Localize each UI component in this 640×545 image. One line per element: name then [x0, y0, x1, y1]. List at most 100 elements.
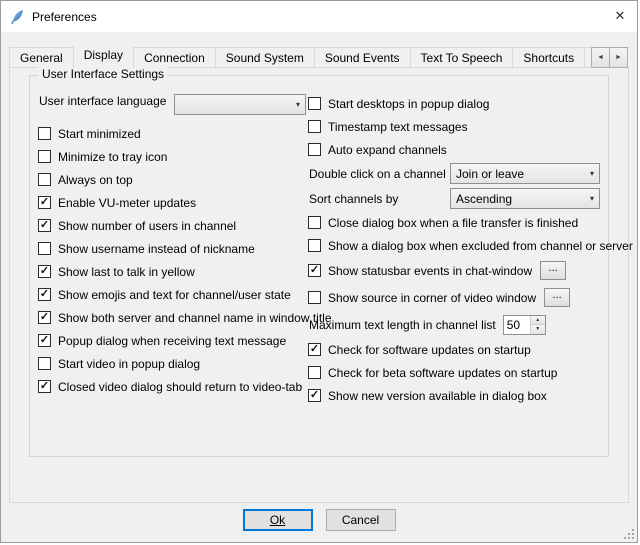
checkbox-row[interactable]: Show new version available in dialog box [308, 384, 602, 407]
checkbox[interactable] [38, 127, 51, 140]
ok-button-label: Ok [270, 513, 285, 527]
checkbox[interactable] [308, 264, 321, 277]
sort-channels-select[interactable]: Ascending ▾ [450, 188, 600, 209]
cancel-button[interactable]: Cancel [326, 509, 396, 531]
statusbar-events-row[interactable]: Show statusbar events in chat-window ... [308, 257, 602, 284]
checkbox[interactable] [308, 239, 321, 252]
language-select[interactable]: ▾ [174, 94, 306, 115]
checkbox-label: Show last to talk in yellow [58, 265, 195, 279]
tab[interactable]: General [9, 47, 74, 68]
checkbox[interactable] [308, 120, 321, 133]
checkbox-label: Show both server and channel name in win… [58, 311, 332, 325]
group-title: User Interface Settings [38, 67, 168, 81]
checkbox[interactable] [38, 288, 51, 301]
sort-channels-label: Sort channels by [309, 192, 398, 206]
left-column: User interface language ▾ Start minimize… [38, 92, 308, 407]
max-text-length-value: 50 [504, 316, 530, 334]
checkbox-label: Closed video dialog should return to vid… [58, 380, 302, 394]
checkbox-label: Enable VU-meter updates [58, 196, 196, 210]
checkbox[interactable] [38, 219, 51, 232]
max-text-length-stepper[interactable]: 50 ▲ ▼ [503, 315, 546, 335]
checkbox[interactable] [308, 143, 321, 156]
checkbox-row[interactable]: Check for beta software updates on start… [308, 361, 602, 384]
spin-down-icon[interactable]: ▼ [531, 324, 545, 334]
checkbox[interactable] [38, 196, 51, 209]
checkbox-row[interactable]: Start video in popup dialog [38, 352, 308, 375]
checkbox-label: Timestamp text messages [328, 120, 468, 134]
checkbox[interactable] [38, 380, 51, 393]
checkbox-row[interactable]: Close dialog box when a file transfer is… [308, 211, 602, 234]
checkbox[interactable] [308, 291, 321, 304]
spin-up-icon[interactable]: ▲ [531, 316, 545, 325]
video-source-more-button[interactable]: ... [544, 288, 570, 307]
checkbox-row[interactable]: Show both server and channel name in win… [38, 306, 308, 329]
checkbox-row[interactable]: Enable VU-meter updates [38, 191, 308, 214]
settings-columns: User interface language ▾ Start minimize… [30, 76, 608, 407]
checkbox-row[interactable]: Show last to talk in yellow [38, 260, 308, 283]
checkbox-label: Start desktops in popup dialog [328, 97, 489, 111]
checkbox-row[interactable]: Show a dialog box when excluded from cha… [308, 234, 602, 257]
checkbox-row[interactable]: Auto expand channels [308, 138, 602, 161]
checkbox-label: Show source in corner of video window [328, 291, 536, 305]
checkbox[interactable] [308, 216, 321, 229]
display-tab-page: User Interface Settings User interface l… [9, 67, 629, 503]
preferences-window: Preferences ✕ General Display Connection… [0, 0, 638, 543]
checkbox-label: Check for software updates on startup [328, 343, 531, 357]
right-checkbox-list-bottom: Check for software updates on startup Ch… [308, 338, 602, 407]
tab-scroll-right-icon[interactable]: ► [609, 47, 628, 68]
language-label: User interface language [39, 94, 166, 108]
tab[interactable]: Shortcuts [512, 47, 585, 68]
checkbox-row[interactable]: Closed video dialog should return to vid… [38, 375, 308, 398]
checkbox[interactable] [38, 242, 51, 255]
checkbox-row[interactable]: Check for software updates on startup [308, 338, 602, 361]
double-click-row: Double click on a channel Join or leave … [308, 161, 602, 186]
tab[interactable]: Sound System [215, 47, 315, 68]
max-text-length-row: Maximum text length in channel list 50 ▲… [308, 311, 602, 338]
tab[interactable]: Display [73, 46, 134, 68]
checkbox-label: Show a dialog box when excluded from cha… [328, 239, 633, 253]
checkbox-label: Show username instead of nickname [58, 242, 255, 256]
checkbox[interactable] [38, 311, 51, 324]
checkbox-row[interactable]: Start minimized [38, 122, 308, 145]
checkbox-row[interactable]: Popup dialog when receiving text message [38, 329, 308, 352]
checkbox-row[interactable]: Show emojis and text for channel/user st… [38, 283, 308, 306]
checkbox[interactable] [38, 150, 51, 163]
ok-button[interactable]: Ok [243, 509, 313, 531]
chevron-down-icon: ▾ [584, 169, 594, 178]
checkbox[interactable] [308, 366, 321, 379]
dialog-footer: Ok Cancel [1, 509, 637, 531]
checkbox-label: Show emojis and text for channel/user st… [58, 288, 291, 302]
left-checkbox-list: Start minimized Minimize to tray icon Al… [38, 122, 308, 398]
max-text-length-label: Maximum text length in channel list [309, 318, 496, 332]
checkbox[interactable] [308, 343, 321, 356]
checkbox-row[interactable]: Always on top [38, 168, 308, 191]
tab[interactable]: Sound Events [314, 47, 411, 68]
chevron-down-icon: ▾ [290, 100, 300, 109]
tab-strip: General Display Connection Sound System … [9, 46, 629, 68]
language-row: User interface language ▾ [38, 92, 308, 122]
checkbox[interactable] [38, 334, 51, 347]
checkbox-row[interactable]: Timestamp text messages [308, 115, 602, 138]
checkbox-row[interactable]: Show username instead of nickname [38, 237, 308, 260]
video-source-row[interactable]: Show source in corner of video window ..… [308, 284, 602, 311]
checkbox[interactable] [38, 357, 51, 370]
checkbox[interactable] [308, 97, 321, 110]
checkbox[interactable] [308, 389, 321, 402]
statusbar-events-more-button[interactable]: ... [540, 261, 566, 280]
checkbox-label: Close dialog box when a file transfer is… [328, 216, 578, 230]
double-click-select[interactable]: Join or leave ▾ [450, 163, 600, 184]
tab[interactable]: Connection [133, 47, 216, 68]
tab-scroll-left-icon[interactable]: ◄ [591, 47, 610, 68]
checkbox-label: Show number of users in channel [58, 219, 236, 233]
checkbox[interactable] [38, 173, 51, 186]
close-icon[interactable]: ✕ [603, 1, 637, 30]
checkbox-label: Start minimized [58, 127, 141, 141]
checkbox-label: Always on top [58, 173, 133, 187]
checkbox-row[interactable]: Start desktops in popup dialog [308, 92, 602, 115]
tab[interactable]: Text To Speech [410, 47, 514, 68]
checkbox-label: Auto expand channels [328, 143, 447, 157]
checkbox-row[interactable]: Show number of users in channel [38, 214, 308, 237]
checkbox-row[interactable]: Minimize to tray icon [38, 145, 308, 168]
checkbox[interactable] [38, 265, 51, 278]
sort-channels-value: Ascending [456, 192, 512, 206]
